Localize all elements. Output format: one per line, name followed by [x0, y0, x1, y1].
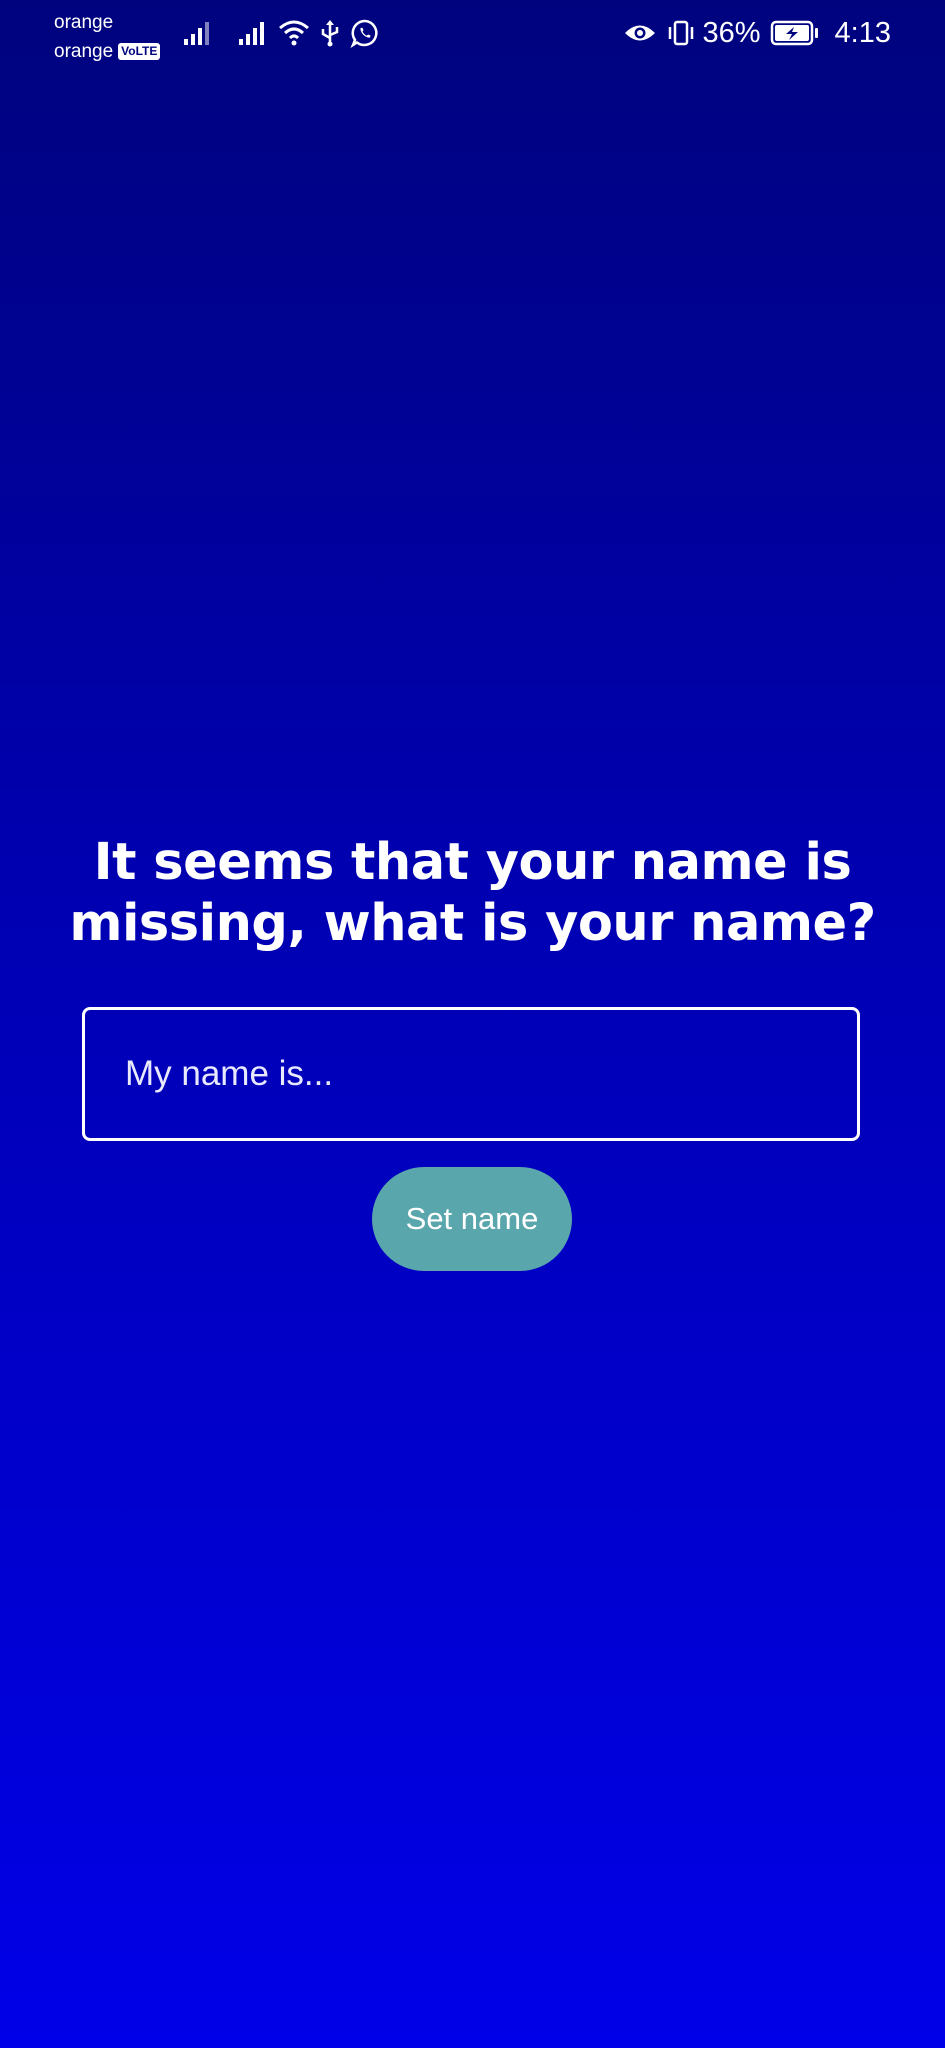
carrier-name-1: orange	[54, 12, 114, 33]
name-input[interactable]	[85, 1010, 857, 1138]
usb-icon	[320, 19, 340, 47]
carrier-line-2: orange VoLTE	[54, 37, 161, 66]
carrier-line-1: orange	[54, 8, 160, 37]
eye-icon	[624, 22, 656, 44]
clock: 4:13	[834, 17, 891, 49]
volte-badge: VoLTE	[118, 43, 161, 60]
name-field[interactable]	[82, 1007, 860, 1141]
whatsapp-icon	[350, 18, 380, 48]
page-title: It seems that your name is missing, what…	[69, 833, 876, 953]
vibrate-icon	[666, 19, 696, 47]
signal-icon	[183, 20, 213, 46]
wifi-icon	[278, 19, 310, 47]
status-icons-left	[178, 16, 385, 50]
battery-charging-icon	[770, 19, 820, 47]
set-name-button[interactable]: Set name	[372, 1167, 572, 1271]
status-bar: orange orange VoLTE 36% 4:13	[0, 0, 945, 66]
status-icons-right: 36% 4:13	[619, 16, 891, 50]
signal-icon	[238, 20, 268, 46]
carrier-info: orange orange VoLTE	[54, 8, 161, 66]
battery-percent: 36%	[702, 17, 761, 49]
name-prompt-screen: orange orange VoLTE 36% 4:13 It seems th…	[0, 0, 945, 2048]
carrier-name-2: orange	[54, 41, 114, 62]
